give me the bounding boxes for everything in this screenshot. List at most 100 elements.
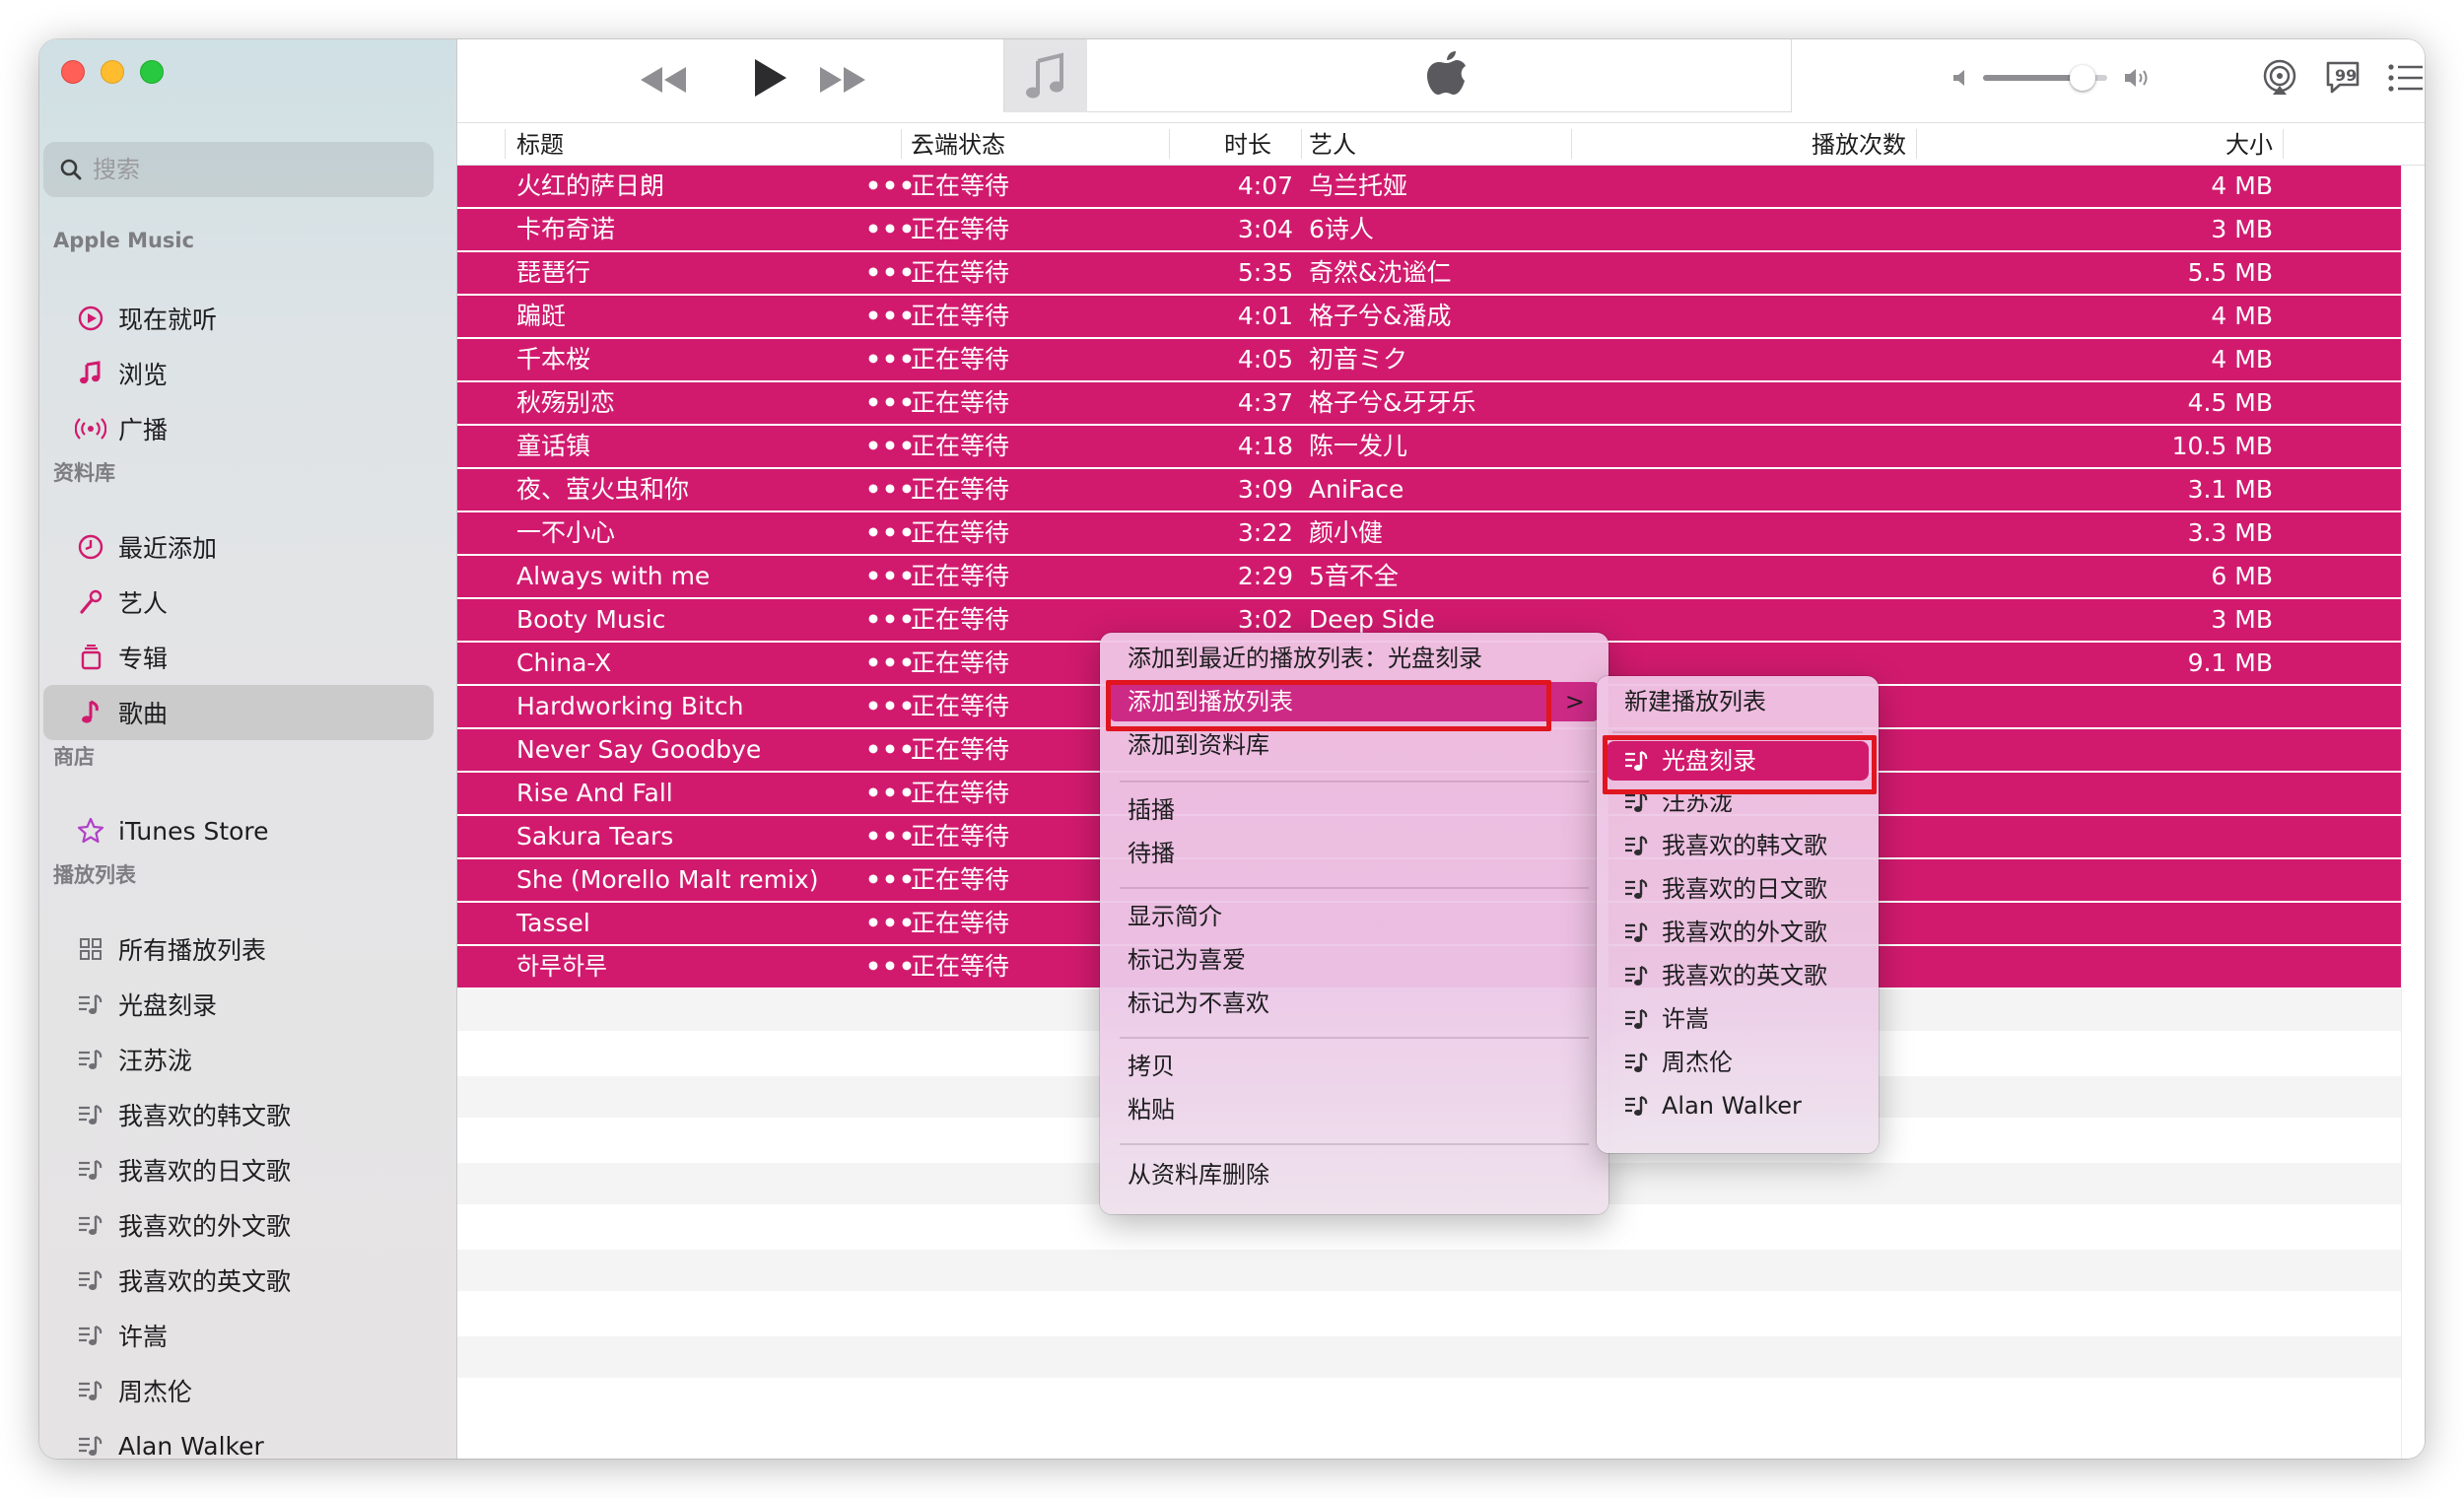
- submenu-item-playlist[interactable]: 我喜欢的日文歌: [1607, 869, 1869, 909]
- search-input[interactable]: [93, 156, 408, 183]
- track-row[interactable]: 火红的萨日朗 ••• 正在等待 4:07 乌兰托娅 4 MB: [457, 166, 2401, 209]
- menu-item-label: 添加到资料库: [1128, 731, 1269, 759]
- submenu-item-playlist[interactable]: 汪苏泷: [1607, 783, 1869, 822]
- sidebar-item-artists[interactable]: 艺人: [43, 575, 434, 630]
- more-options-icon[interactable]: •••: [865, 252, 916, 294]
- menu-item-dislike[interactable]: 标记为不喜欢: [1110, 984, 1599, 1023]
- menu-item-add-to-playlist[interactable]: 添加到播放列表 >: [1110, 682, 1599, 721]
- lyrics-icon[interactable]: 99: [2324, 59, 2361, 97]
- more-options-icon[interactable]: •••: [865, 816, 916, 857]
- more-options-icon[interactable]: •••: [865, 903, 916, 944]
- menu-item-label: 标记为喜爱: [1128, 946, 1246, 974]
- more-options-icon[interactable]: •••: [865, 643, 916, 684]
- sidebar-item-playlist[interactable]: 我喜欢的日文歌: [43, 1142, 434, 1197]
- menu-item-get-info[interactable]: 显示简介: [1110, 897, 1599, 936]
- column-cloud-status[interactable]: 云端状态: [911, 123, 1005, 165]
- column-duration[interactable]: 时长: [1224, 123, 1271, 165]
- menu-item-delete-from-library[interactable]: 从资料库删除: [1110, 1155, 1599, 1194]
- menu-item-play-next[interactable]: 插播: [1110, 790, 1599, 830]
- menu-item-paste[interactable]: 粘贴: [1110, 1090, 1599, 1129]
- minimize-window-button[interactable]: [101, 60, 124, 84]
- fast-forward-button[interactable]: [818, 63, 867, 97]
- track-row[interactable]: 千本桜 ••• 正在等待 4:05 初音ミク 4 MB: [457, 339, 2401, 382]
- more-options-icon[interactable]: •••: [865, 296, 916, 337]
- menu-item-new-playlist[interactable]: 新建播放列表: [1607, 682, 1869, 721]
- more-options-icon[interactable]: •••: [865, 729, 916, 771]
- more-options-icon[interactable]: •••: [865, 512, 916, 554]
- sidebar-item-recently-added[interactable]: 最近添加: [43, 519, 434, 575]
- more-options-icon[interactable]: •••: [865, 946, 916, 987]
- now-playing-display[interactable]: [1003, 39, 1792, 112]
- submenu-item-playlist[interactable]: 许嵩: [1607, 999, 1869, 1039]
- menu-separator: [1120, 1143, 1589, 1145]
- track-row[interactable]: 蹁跹 ••• 正在等待 4:01 格子兮&潘成 4 MB: [457, 296, 2401, 339]
- track-row[interactable]: 童话镇 ••• 正在等待 4:18 陈一发儿 10.5 MB: [457, 426, 2401, 469]
- menu-item-love[interactable]: 标记为喜爱: [1110, 940, 1599, 980]
- track-row[interactable]: 卡布奇诺 ••• 正在等待 3:04 6诗人 3 MB: [457, 209, 2401, 252]
- more-options-icon[interactable]: •••: [865, 469, 916, 511]
- airplay-icon[interactable]: [2261, 59, 2298, 97]
- submenu-item-playlist[interactable]: 我喜欢的韩文歌: [1607, 826, 1869, 865]
- more-options-icon[interactable]: •••: [865, 686, 916, 727]
- sidebar-item-playlist[interactable]: 光盘刻录: [43, 977, 434, 1032]
- column-artist[interactable]: 艺人: [1309, 123, 1356, 165]
- more-options-icon[interactable]: •••: [865, 426, 916, 467]
- track-cloud-status: 正在等待: [911, 388, 1010, 417]
- more-options-icon[interactable]: •••: [865, 382, 916, 424]
- column-plays[interactable]: 播放次数: [1640, 123, 1906, 165]
- submenu-item-playlist[interactable]: 光盘刻录: [1607, 741, 1869, 781]
- more-options-icon[interactable]: •••: [865, 209, 916, 250]
- track-cloud-status: 正在等待: [911, 171, 1010, 200]
- more-options-icon[interactable]: •••: [865, 339, 916, 380]
- sidebar-item-itunes-store[interactable]: iTunes Store: [43, 803, 434, 858]
- volume-slider-knob[interactable]: [2069, 65, 2095, 91]
- sidebar-item-playlist[interactable]: 我喜欢的外文歌: [43, 1197, 434, 1253]
- section-title-playlists: 播放列表: [53, 863, 136, 887]
- menu-item-play-later[interactable]: 待播: [1110, 834, 1599, 873]
- sidebar-item-playlist[interactable]: 汪苏泷: [43, 1032, 434, 1087]
- track-row[interactable]: 琵琶行 ••• 正在等待 5:35 奇然&沈谧仁 5.5 MB: [457, 252, 2401, 296]
- search-field[interactable]: [43, 142, 434, 197]
- zoom-window-button[interactable]: [140, 60, 164, 84]
- more-options-icon[interactable]: •••: [865, 859, 916, 901]
- sidebar-item-playlist[interactable]: 我喜欢的英文歌: [43, 1253, 434, 1308]
- sidebar-item-playlist[interactable]: 许嵩: [43, 1308, 434, 1363]
- close-window-button[interactable]: [61, 60, 85, 84]
- rewind-button[interactable]: [639, 63, 688, 97]
- more-options-icon[interactable]: •••: [865, 599, 916, 641]
- play-button[interactable]: [753, 57, 788, 99]
- sidebar-item-playlist[interactable]: Alan Walker: [43, 1418, 434, 1459]
- track-row[interactable]: Always with me ••• 正在等待 2:29 5音不全 6 MB: [457, 556, 2401, 599]
- column-title[interactable]: 标题: [516, 123, 564, 165]
- sidebar-item-label: 我喜欢的外文歌: [118, 1212, 292, 1241]
- volume-slider[interactable]: [1983, 65, 2107, 91]
- column-size[interactable]: 大小: [1936, 123, 2273, 165]
- sidebar-item-playlist[interactable]: 我喜欢的韩文歌: [43, 1087, 434, 1142]
- submenu-item-playlist[interactable]: 我喜欢的英文歌: [1607, 956, 1869, 995]
- menu-item-add-to-recent-playlist[interactable]: 添加到最近的播放列表：光盘刻录: [1110, 639, 1599, 678]
- sidebar-item-albums[interactable]: 专辑: [43, 630, 434, 685]
- more-options-icon[interactable]: •••: [865, 773, 916, 814]
- track-row[interactable]: 秋殇别恋 ••• 正在等待 4:37 格子兮&牙牙乐 4.5 MB: [457, 382, 2401, 426]
- menu-item-add-to-library[interactable]: 添加到资料库: [1110, 725, 1599, 765]
- track-title: Never Say Goodbye: [516, 735, 762, 764]
- sidebar-item-songs[interactable]: 歌曲: [43, 685, 434, 740]
- up-next-list-icon[interactable]: [2387, 63, 2425, 93]
- sidebar-item-radio[interactable]: 广播: [43, 401, 434, 456]
- more-options-icon[interactable]: •••: [865, 556, 916, 597]
- sidebar-item-playlist[interactable]: 周杰伦: [43, 1363, 434, 1418]
- scrollbar-track[interactable]: [2401, 166, 2425, 1459]
- track-row[interactable]: 一不小心 ••• 正在等待 3:22 颜小健 3.3 MB: [457, 512, 2401, 556]
- sidebar-item-listen-now[interactable]: 现在就听: [43, 291, 434, 346]
- sidebar-item-all-playlists[interactable]: 所有播放列表: [43, 921, 434, 977]
- playlist-icon: [1625, 835, 1648, 855]
- submenu-item-playlist[interactable]: 我喜欢的外文歌: [1607, 913, 1869, 952]
- more-options-icon[interactable]: •••: [865, 166, 916, 207]
- track-title: 一不小心: [516, 518, 616, 547]
- submenu-item-playlist[interactable]: Alan Walker: [1607, 1086, 1869, 1125]
- submenu-item-playlist[interactable]: 周杰伦: [1607, 1043, 1869, 1082]
- track-row[interactable]: 夜、萤火虫和你 ••• 正在等待 3:09 AniFace 3.1 MB: [457, 469, 2401, 512]
- track-duration: 3:04: [1237, 215, 1293, 243]
- sidebar-item-browse[interactable]: 浏览: [43, 346, 434, 401]
- menu-item-copy[interactable]: 拷贝: [1110, 1047, 1599, 1086]
